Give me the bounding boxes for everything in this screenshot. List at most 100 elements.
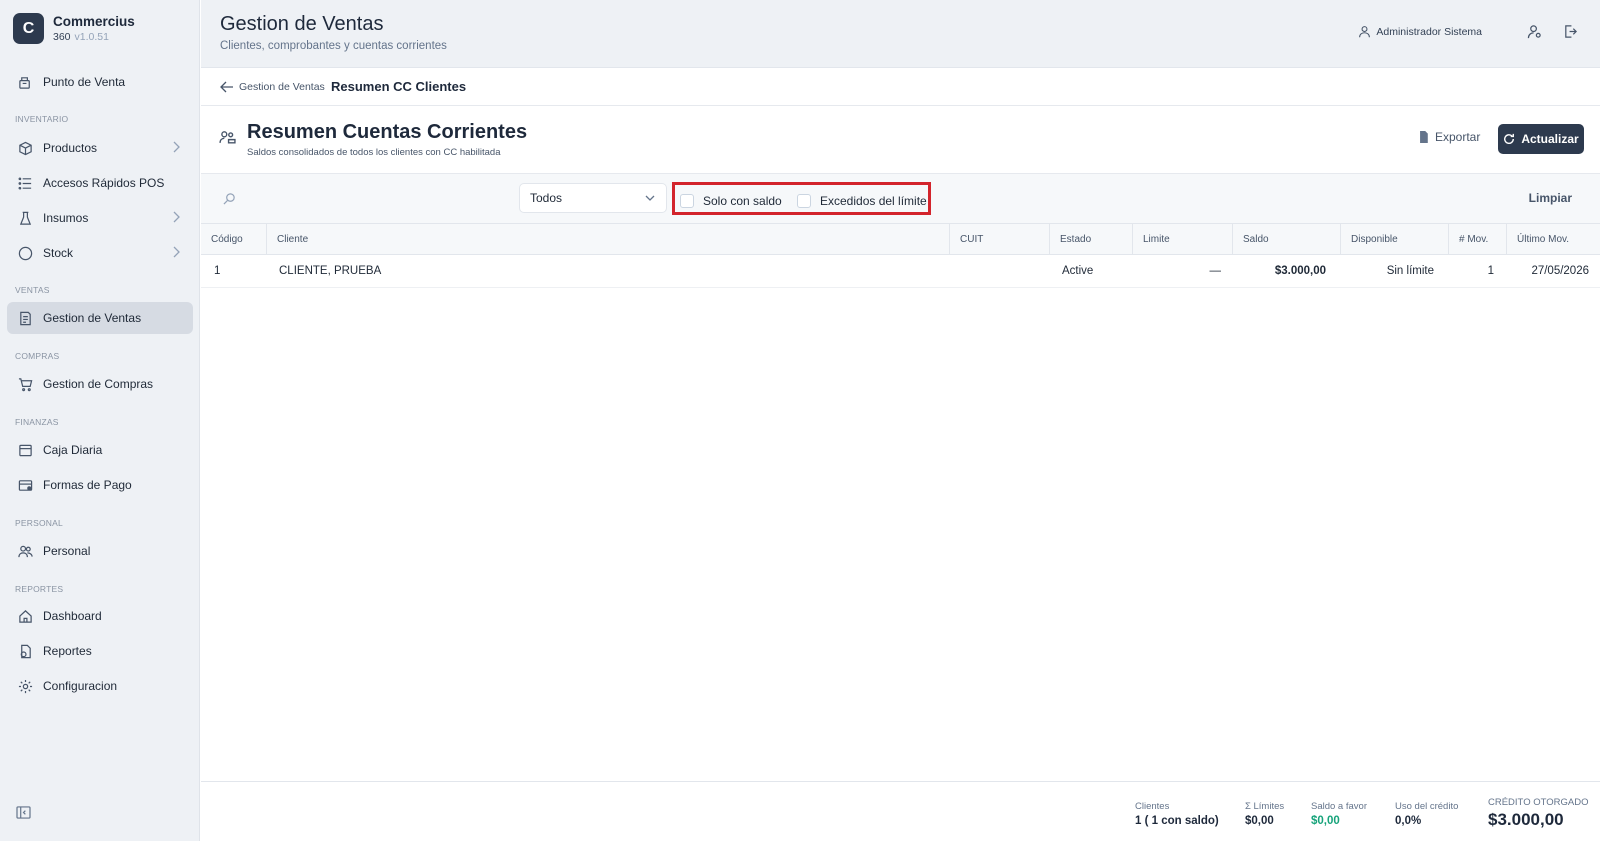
user-settings-icon[interactable] [1527, 24, 1542, 44]
page-subtitle: Clientes, comprobantes y cuentas corrien… [220, 40, 447, 52]
sidebar-item-label: Formas de Pago [43, 478, 132, 492]
stat-label: Saldo a favor [1311, 801, 1367, 812]
table-header: Código Cliente CUIT Estado Limite Saldo … [201, 224, 1600, 255]
stat-value: 1 ( 1 con saldo) [1135, 815, 1219, 827]
logout-icon[interactable] [1563, 24, 1578, 44]
sidebar-item-personal[interactable]: Personal [7, 535, 193, 567]
summary-footer: Clientes 1 ( 1 con saldo) Σ Límites $0,0… [201, 781, 1600, 841]
column-header[interactable]: CUIT [950, 224, 1050, 255]
sidebar-item-stock[interactable]: Stock [7, 237, 193, 269]
column-header[interactable]: Cliente [267, 224, 950, 255]
circle-icon [17, 245, 33, 261]
section-label-reportes: REPORTES [15, 584, 64, 594]
table-row[interactable]: 1 CLIENTE, PRUEBA Active — $3.000,00 Sin… [201, 255, 1600, 288]
cell-codigo: 1 [214, 265, 221, 277]
app-edition: 360 [53, 31, 71, 43]
chevron-right-icon [171, 246, 181, 261]
section-label-ventas: VENTAS [15, 285, 50, 295]
sidebar-item-label: Reportes [43, 644, 92, 658]
sidebar-item-caja-diaria[interactable]: Caja Diaria [7, 434, 193, 466]
column-header[interactable]: Disponible [1341, 224, 1449, 255]
export-button[interactable]: Exportar [1418, 130, 1480, 144]
chevron-right-icon [171, 211, 181, 226]
gear-icon [17, 678, 33, 694]
column-header[interactable]: Estado [1050, 224, 1133, 255]
home-icon [17, 608, 33, 624]
export-button-label: Exportar [1435, 130, 1481, 144]
column-header[interactable]: Código [201, 224, 267, 255]
stat-label: CRÉDITO OTORGADO [1488, 797, 1589, 808]
sidebar-item-configuracion[interactable]: Configuracion [7, 670, 193, 702]
solo-con-saldo-checkbox[interactable]: Solo con saldo [680, 194, 782, 208]
sidebar-item-gestion-de-compras[interactable]: Gestion de Compras [7, 368, 193, 400]
credit-card-icon [17, 477, 33, 493]
app-name: Commercius [53, 14, 135, 29]
stat-credito-otorgado: CRÉDITO OTORGADO $3.000,00 [1488, 797, 1588, 830]
status-filter-value: Todos [530, 191, 563, 205]
users-money-icon [219, 129, 236, 151]
page-title: Gestion de Ventas [220, 13, 384, 35]
report-icon [17, 643, 33, 659]
stat-saldo-a-favor: Saldo a favor $0,00 [1311, 801, 1367, 827]
clear-filters-button[interactable]: Limpiar [1529, 191, 1572, 205]
stat-limites: Σ Límites $0,00 [1245, 801, 1284, 827]
box-icon [17, 140, 33, 156]
section-label-personal: PERSONAL [15, 518, 63, 528]
cell-cliente: CLIENTE, PRUEBA [279, 265, 382, 277]
refresh-icon [1504, 133, 1515, 145]
collapse-sidebar-icon[interactable] [16, 806, 31, 824]
stat-value: 0,0% [1395, 815, 1422, 827]
user-icon [1359, 26, 1371, 38]
excedidos-limite-checkbox[interactable]: Excedidos del límite [797, 194, 927, 208]
back-link[interactable]: Gestion de Ventas [220, 81, 325, 93]
sidebar-item-label: Gestion de Compras [43, 377, 154, 391]
sidebar-item-formas-de-pago[interactable]: Formas de Pago [7, 469, 193, 501]
cash-box-icon [17, 442, 33, 458]
users-icon [17, 543, 33, 559]
checkbox-box[interactable] [797, 194, 811, 208]
stat-value: $0,00 [1245, 815, 1274, 827]
sidebar-item-accesos-rapidos[interactable]: Accesos Rápidos POS [7, 167, 193, 199]
cell-ultimo-mov: 27/05/2026 [1531, 265, 1589, 277]
sidebar-item-productos[interactable]: Productos [7, 132, 193, 164]
section-label-finanzas: FINANZAS [15, 417, 59, 427]
checkbox-label: Solo con saldo [703, 194, 782, 208]
checkbox-box[interactable] [680, 194, 694, 208]
chevron-down-icon [644, 192, 656, 207]
sidebar-item-label: Configuracion [43, 679, 118, 693]
sidebar-item-label: Punto de Venta [43, 75, 126, 89]
back-link-label: Gestion de Ventas [239, 81, 325, 93]
sidebar-item-reportes[interactable]: Reportes [7, 635, 193, 667]
user-menu[interactable]: Administrador Sistema [1358, 25, 1482, 38]
cart-icon [17, 376, 33, 392]
refresh-button[interactable]: Actualizar [1498, 124, 1584, 154]
column-header[interactable]: Último Mov. [1507, 224, 1600, 255]
sidebar-item-punto-de-venta[interactable]: Punto de Venta [7, 66, 193, 98]
flask-icon [17, 210, 33, 226]
top-header: Gestion de Ventas Clientes, comprobantes… [201, 0, 1600, 68]
column-header[interactable]: # Mov. [1449, 224, 1507, 255]
brand: C Commercius 360 v1.0.51 [13, 13, 135, 44]
filter-bar: Todos Solo con saldo Excedidos del límit… [201, 173, 1600, 224]
stat-uso-credito: Uso del crédito 0,0% [1395, 801, 1458, 827]
section-title: Resumen Cuentas Corrientes [247, 121, 528, 143]
sidebar-item-insumos[interactable]: Insumos [7, 202, 193, 234]
stat-value: $0,00 [1311, 815, 1340, 827]
checkbox-label: Excedidos del límite [820, 194, 927, 208]
cell-estado: Active [1062, 265, 1094, 277]
sidebar-item-label: Caja Diaria [43, 443, 103, 457]
search-icon[interactable] [223, 192, 236, 210]
app-logo: C [13, 13, 44, 44]
sidebar-item-label: Insumos [43, 211, 89, 225]
breadcrumb-current: Resumen CC Clientes [331, 79, 467, 94]
sidebar-item-label: Accesos Rápidos POS [43, 176, 165, 190]
stat-value: $3.000,00 [1488, 810, 1564, 829]
status-filter-select[interactable]: Todos [519, 183, 667, 213]
sidebar-item-gestion-de-ventas[interactable]: Gestion de Ventas [7, 302, 193, 334]
column-header[interactable]: Saldo [1233, 224, 1341, 255]
list-icon [17, 175, 33, 191]
column-header[interactable]: Limite [1133, 224, 1233, 255]
sidebar-item-dashboard[interactable]: Dashboard [7, 600, 193, 632]
export-icon [1420, 131, 1428, 143]
app-version: v1.0.51 [74, 31, 109, 43]
